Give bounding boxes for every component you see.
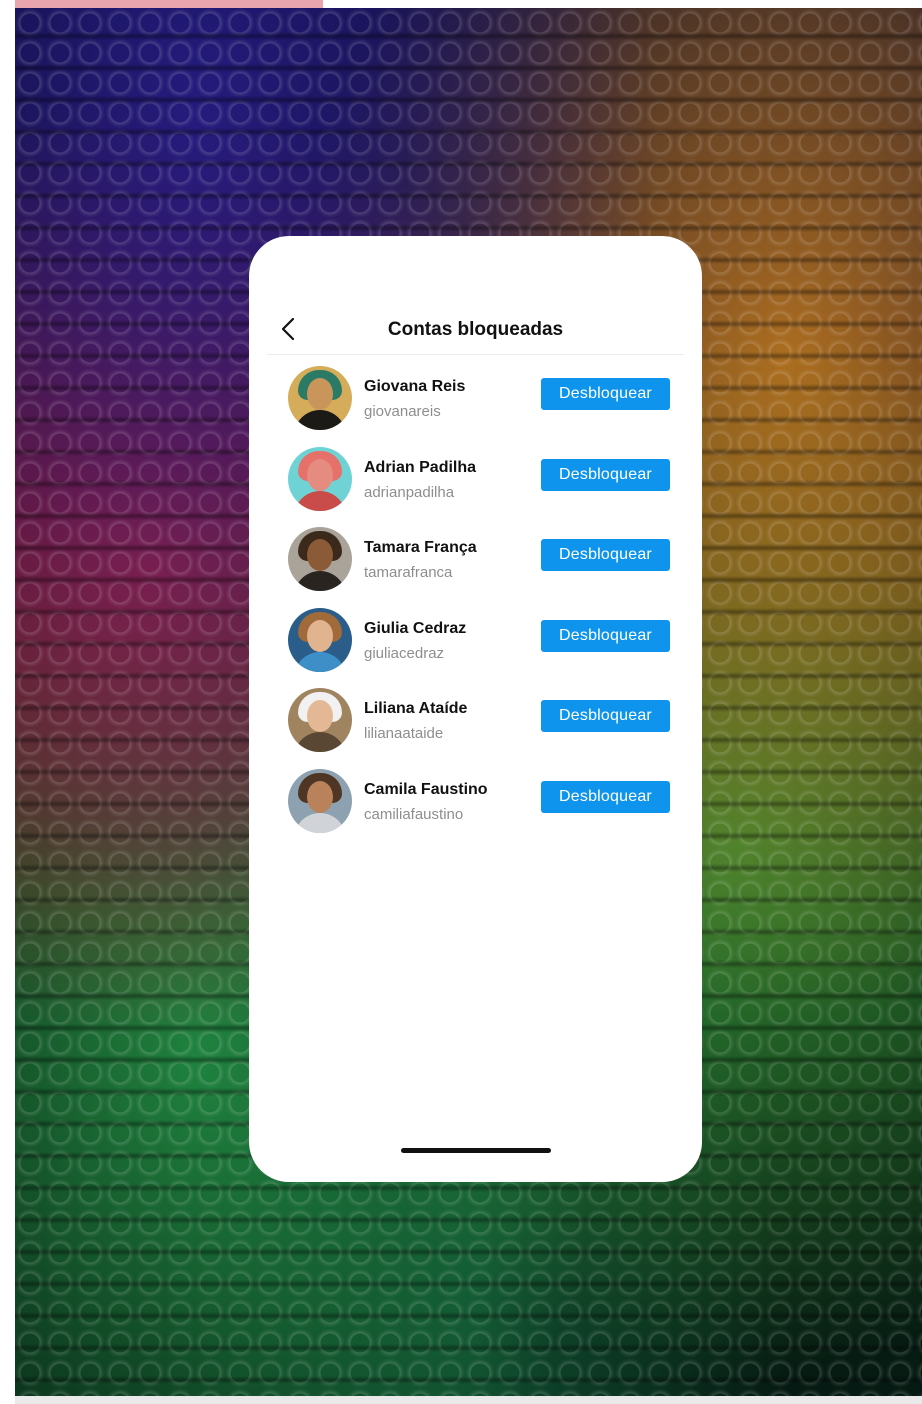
list-item: Giulia Cedraz giuliacedraz Desbloquear — [287, 607, 670, 689]
avatar-face — [307, 700, 333, 732]
account-name[interactable]: Liliana Ataíde — [364, 700, 467, 718]
account-name[interactable]: Adrian Padilha — [364, 459, 476, 477]
account-name[interactable]: Tamara França — [364, 539, 477, 557]
avatar-face — [307, 780, 333, 813]
avatar-face — [307, 539, 333, 571]
avatar-body — [294, 651, 346, 672]
account-name[interactable]: Giulia Cedraz — [364, 620, 466, 638]
unblock-button[interactable]: Desbloquear — [541, 780, 670, 813]
unblock-button[interactable]: Desbloquear — [541, 539, 670, 571]
avatar-body — [294, 571, 346, 591]
list-item: Adrian Padilha adrianpadilha Desbloquear — [287, 446, 670, 528]
avatar[interactable] — [288, 527, 352, 591]
blocked-accounts-list: Giovana Reis giovanareis Desbloquear Adrian… — [287, 366, 670, 849]
avatar-body — [294, 410, 346, 430]
account-handle: adrianpadilha — [364, 483, 455, 501]
avatar-face — [307, 458, 333, 491]
unblock-button[interactable]: Desbloquear — [541, 700, 670, 732]
screenshot-frame: Contas bloqueadas Giovana Reis giovanarei… — [0, 0, 922, 1404]
avatar-body — [294, 812, 346, 833]
list-item: Liliana Ataíde lilianaataide Desbloquear — [287, 688, 670, 769]
phone-screen: Contas bloqueadas Giovana Reis giovanarei… — [249, 236, 702, 1182]
avatar[interactable] — [288, 607, 352, 672]
avatar-face — [307, 619, 333, 652]
account-handle: camiliafaustino — [364, 805, 464, 823]
avatar-face — [307, 378, 333, 410]
account-name[interactable]: Giovana Reis — [364, 378, 465, 396]
list-item: Tamara França tamarafranca Desbloquear — [287, 527, 670, 608]
page-title: Contas bloqueadas — [387, 319, 564, 340]
account-handle: lilianaataide — [364, 725, 444, 742]
home-indicator — [401, 1148, 551, 1153]
avatar[interactable] — [288, 688, 352, 752]
navigation-bar: Contas bloqueadas — [267, 312, 684, 355]
unblock-button[interactable]: Desbloquear — [541, 458, 670, 491]
unblock-button[interactable]: Desbloquear — [541, 378, 670, 410]
avatar[interactable] — [288, 768, 352, 833]
pink-accent-strip — [15, 0, 323, 8]
account-handle: giovanareis — [364, 403, 441, 420]
account-handle: giuliacedraz — [364, 644, 445, 662]
account-name[interactable]: Camila Faustino — [364, 781, 488, 799]
avatar[interactable] — [288, 366, 352, 430]
list-item: Giovana Reis giovanareis Desbloquear — [287, 366, 670, 447]
unblock-button[interactable]: Desbloquear — [541, 619, 670, 652]
bottom-border — [15, 1396, 922, 1404]
list-item: Camila Faustino camiliafaustino Desbloquea… — [287, 768, 670, 850]
avatar-body — [294, 490, 346, 511]
avatar[interactable] — [288, 446, 352, 511]
account-handle: tamarafranca — [364, 564, 453, 581]
avatar-body — [294, 732, 346, 752]
